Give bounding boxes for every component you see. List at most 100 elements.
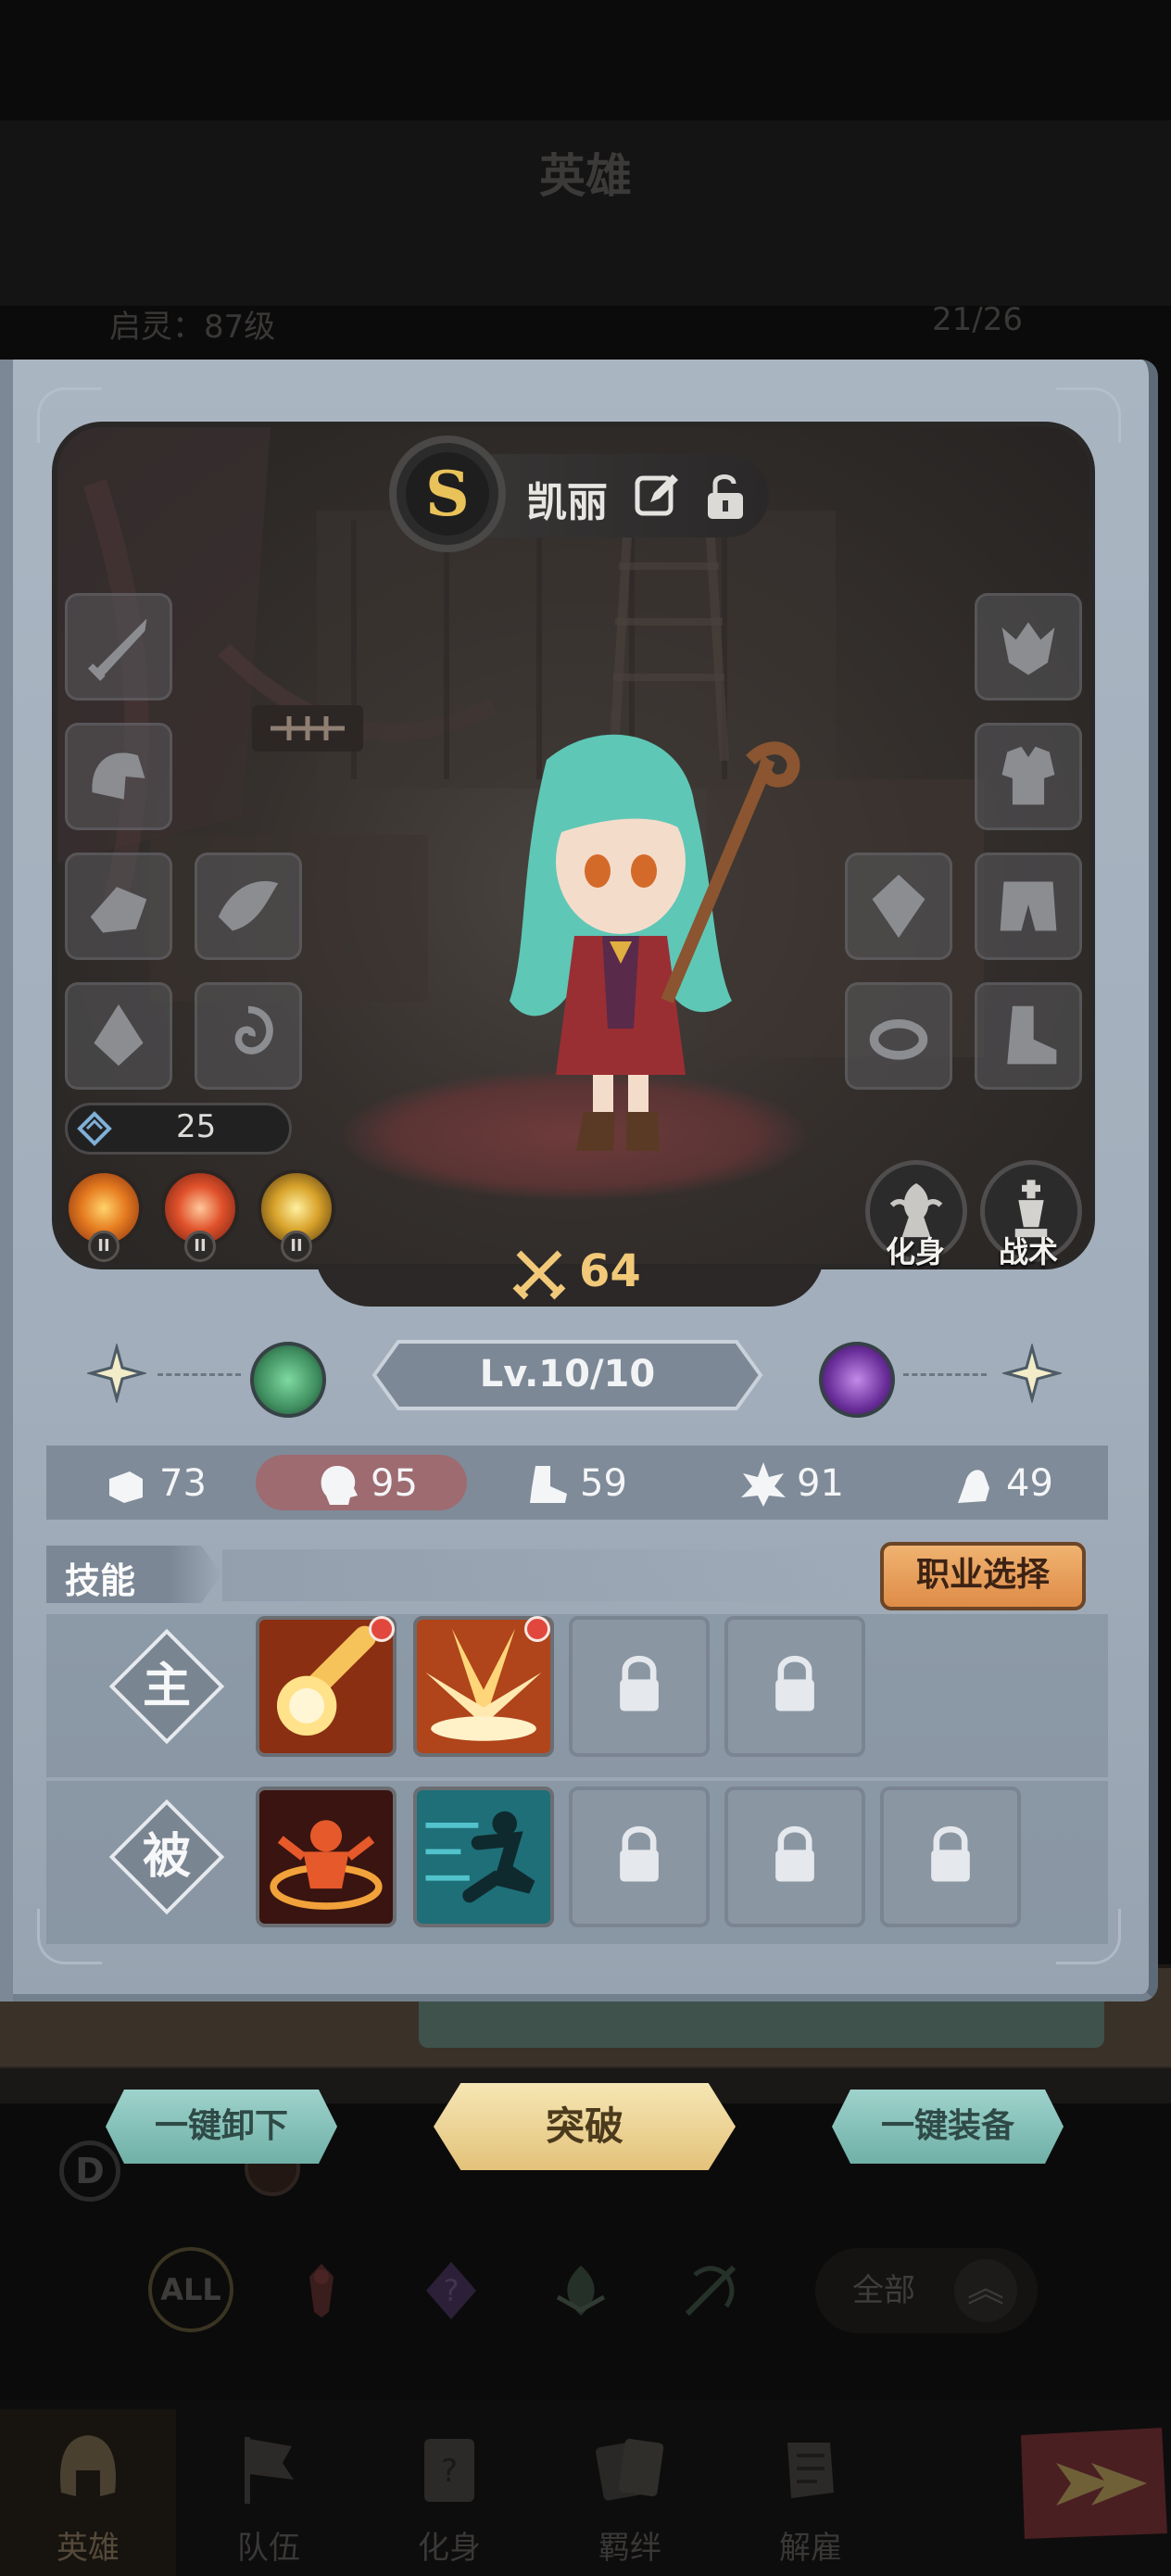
page-title: 英雄	[539, 149, 632, 203]
level-text: Lv.10/10	[479, 1353, 656, 1395]
equip-slot-emblem[interactable]	[65, 982, 172, 1090]
svg-text:?: ?	[441, 2453, 458, 2490]
locked-skill-slot[interactable]	[569, 1616, 710, 1757]
armor-icon	[1001, 746, 1055, 805]
level-dash	[157, 1373, 241, 1376]
filter-all-button[interactable]: ALL	[148, 2247, 233, 2332]
stat-spirit: 91	[739, 1455, 888, 1510]
equip-slot-pants[interactable]	[975, 852, 1082, 960]
tab-label: 羁绊	[598, 2530, 661, 2567]
next-arrow-button[interactable]	[1012, 2426, 1171, 2541]
tab-label: 英雄	[57, 2530, 120, 2567]
level-dash	[903, 1373, 987, 1376]
diamond-shield-icon	[77, 1111, 112, 1146]
tab-dismiss[interactable]: 解雇	[723, 2409, 899, 2576]
rage-passive-skill[interactable]	[256, 1787, 397, 1927]
boot-icon	[1007, 1005, 1057, 1065]
wind-element-icon	[250, 1342, 326, 1418]
pants-icon	[1000, 881, 1057, 931]
equip-slot-ring[interactable]	[845, 982, 952, 1090]
stat-agility: 59	[523, 1455, 671, 1510]
svg-text:?: ?	[444, 2273, 460, 2308]
lock-icon	[931, 1826, 970, 1882]
mystery-filter-icon[interactable]: ?	[417, 2256, 485, 2325]
equip-slot-boots[interactable]	[975, 982, 1082, 1090]
lock-icon	[775, 1656, 814, 1711]
stat-value: 91	[797, 1462, 844, 1505]
star-right-icon	[1002, 1344, 1062, 1403]
book-spine	[0, 360, 13, 2001]
locked-skill-slot[interactable]	[880, 1787, 1021, 1927]
tab-label: 化身	[418, 2530, 481, 2567]
stat-intellect: 95	[313, 1455, 461, 1510]
equip-slot-helmet[interactable]	[65, 723, 172, 830]
notification-dot	[524, 1616, 550, 1642]
skills-header-bar	[222, 1549, 871, 1601]
bow-filter-icon[interactable]	[676, 2256, 745, 2325]
running-figure-icon	[417, 1790, 550, 1924]
breakthrough-button[interactable]: 突破	[434, 2083, 736, 2170]
cards-icon	[596, 2439, 664, 2501]
fireball-icon	[259, 1620, 393, 1753]
flag-icon	[245, 2437, 294, 2504]
hero-count: 21/26	[932, 301, 1023, 338]
equip-slot-weapon[interactable]	[65, 593, 172, 701]
locked-skill-slot[interactable]	[569, 1787, 710, 1927]
boot-icon	[530, 1466, 567, 1503]
wing-icon	[218, 880, 279, 931]
tab-avatar[interactable]: ? 化身	[361, 2409, 537, 2576]
hero-name: 凯丽	[526, 479, 608, 526]
lock-icon	[620, 1656, 659, 1711]
unlock-icon[interactable]	[704, 471, 747, 521]
tab-label: 队伍	[237, 2530, 300, 2567]
spiral-icon	[234, 1005, 273, 1054]
stat-value: 73	[159, 1462, 207, 1505]
tab-bond[interactable]: 羁绊	[542, 2409, 718, 2576]
power-value: 25	[176, 1108, 217, 1145]
equip-slot-gloves[interactable]	[65, 852, 172, 960]
transform-label: 化身	[886, 1234, 946, 1269]
gem-icon	[872, 874, 925, 939]
unequip-all-button[interactable]: 一键卸下	[106, 2090, 337, 2164]
tab-label: 解雇	[779, 2530, 842, 2567]
lock-icon	[775, 1826, 814, 1882]
hero-character	[510, 734, 800, 1151]
equip-slot-gem[interactable]	[845, 852, 952, 960]
head-icon	[321, 1466, 358, 1505]
arm-icon	[958, 1470, 989, 1503]
locked-skill-slot[interactable]	[724, 1616, 865, 1757]
tab-hero[interactable]: 英雄	[0, 2409, 176, 2576]
card-icon: ?	[424, 2439, 474, 2502]
crest-icon	[1001, 622, 1055, 676]
rank-badge: S	[389, 436, 506, 552]
passive-skill-label: 被	[106, 1796, 228, 1918]
tactics-label: 战术	[999, 1234, 1059, 1269]
helmet-icon	[92, 752, 145, 800]
warrior-filter-icon[interactable]	[287, 2256, 356, 2325]
stat-value: 95	[371, 1462, 418, 1505]
chevron-up-icon[interactable]: ︽	[954, 2259, 1017, 2322]
glove-icon	[90, 887, 147, 933]
skill-rank-badge: II	[281, 1231, 312, 1262]
edit-icon[interactable]	[634, 471, 682, 519]
equip-slot-relic[interactable]	[195, 982, 302, 1090]
equip-all-button[interactable]: 一键装备	[832, 2090, 1064, 2164]
tab-team[interactable]: 队伍	[181, 2409, 357, 2576]
dash-passive-skill[interactable]	[413, 1787, 554, 1927]
rank-d-badge: D	[59, 2140, 120, 2202]
leaf-filter-icon[interactable]	[547, 2256, 615, 2325]
active-skill-label: 主	[106, 1625, 228, 1748]
equip-slot-cloak[interactable]	[195, 852, 302, 960]
fist-icon	[109, 1471, 143, 1503]
helmet-icon	[60, 2435, 116, 2496]
rank-letter: S	[406, 452, 489, 536]
skills-title: 技能	[65, 1560, 136, 1601]
skill-rank-badge: II	[184, 1231, 216, 1262]
equip-slot-armor[interactable]	[975, 723, 1082, 830]
skill-rank-badge: II	[88, 1231, 120, 1262]
equip-slot-crest[interactable]	[975, 593, 1082, 701]
lock-icon	[620, 1826, 659, 1882]
locked-skill-slot[interactable]	[724, 1787, 865, 1927]
star-left-icon	[87, 1344, 146, 1403]
class-select-button[interactable]: 职业选择	[880, 1542, 1086, 1610]
